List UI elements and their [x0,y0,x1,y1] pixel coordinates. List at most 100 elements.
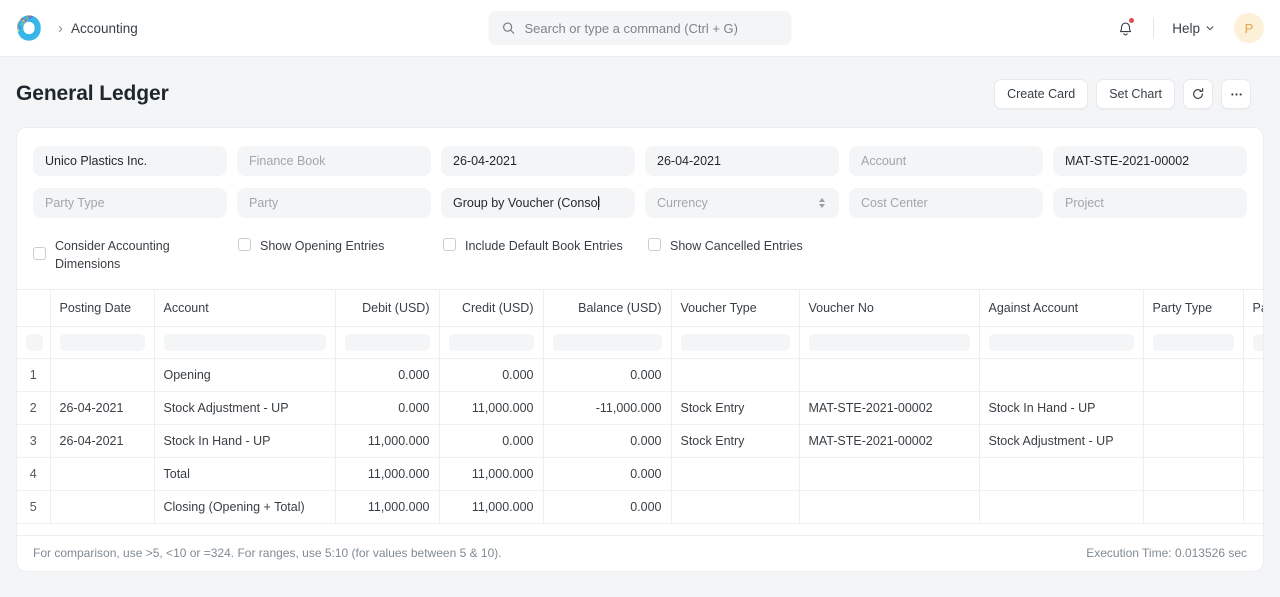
report-datatable[interactable]: Posting Date Account Debit (USD) Credit … [17,289,1263,535]
help-dropdown[interactable]: Help [1166,17,1221,40]
filter-pill[interactable] [449,334,534,351]
cell-party-type[interactable] [1143,358,1243,391]
cell-balance[interactable]: 0.000 [543,424,671,457]
cell-credit[interactable]: 0.000 [439,424,543,457]
cell-posting-date[interactable] [50,457,154,490]
filter-from-date[interactable]: 26-04-2021 [441,146,635,176]
col-header-debit[interactable]: Debit (USD) [335,290,439,326]
cell-against-account[interactable] [979,358,1143,391]
table-row[interactable]: 5 Closing (Opening + Total) 11,000.000 1… [17,490,1263,523]
cell-voucher-no[interactable]: MAT-STE-2021-00002 [799,424,979,457]
cell-voucher-type[interactable]: Stock Entry [671,424,799,457]
cell-debit[interactable]: 11,000.000 [335,490,439,523]
filter-pill[interactable] [60,334,145,351]
col-header-voucher-type[interactable]: Voucher Type [671,290,799,326]
col-header-posting-date[interactable]: Posting Date [50,290,154,326]
cell-debit[interactable]: 11,000.000 [335,457,439,490]
cell-party[interactable] [1243,490,1263,523]
filter-group-by[interactable]: Group by Voucher (Consol [441,188,635,218]
col-header-balance[interactable]: Balance (USD) [543,290,671,326]
filter-party-type[interactable]: Party Type [33,188,227,218]
checkbox-box-icon[interactable] [648,238,661,251]
col-header-against-account[interactable]: Against Account [979,290,1143,326]
cell-debit[interactable]: 11,000.000 [335,424,439,457]
cell-balance[interactable]: 0.000 [543,490,671,523]
filter-finance-book[interactable]: Finance Book [237,146,431,176]
filter-cost-center[interactable]: Cost Center [849,188,1043,218]
more-options-button[interactable] [1221,79,1251,109]
checkbox-include-default-book-entries[interactable]: Include Default Book Entries [443,237,648,255]
breadcrumb-accounting[interactable]: Accounting [71,21,138,36]
col-header-index[interactable] [17,290,50,326]
cell-party[interactable] [1243,457,1263,490]
cell-against-account[interactable]: Stock In Hand - UP [979,391,1143,424]
table-row[interactable]: 2 26-04-2021 Stock Adjustment - UP 0.000… [17,391,1263,424]
cell-party[interactable] [1243,358,1263,391]
cell-posting-date[interactable] [50,490,154,523]
cell-against-account[interactable] [979,457,1143,490]
cell-party-type[interactable] [1143,490,1243,523]
cell-account[interactable]: Opening [154,358,335,391]
cell-voucher-type[interactable] [671,358,799,391]
filter-pill[interactable] [553,334,662,351]
table-row[interactable]: 1 Opening 0.000 0.000 0.000 [17,358,1263,391]
checkbox-box-icon[interactable] [238,238,251,251]
cell-voucher-type[interactable]: Stock Entry [671,391,799,424]
table-row[interactable]: 3 26-04-2021 Stock In Hand - UP 11,000.0… [17,424,1263,457]
filter-pill[interactable] [681,334,790,351]
cell-debit[interactable]: 0.000 [335,391,439,424]
checkbox-consider-accounting-dimensions[interactable]: Consider Accounting Dimensions [33,237,238,273]
cell-balance[interactable]: -11,000.000 [543,391,671,424]
cell-posting-date[interactable]: 26-04-2021 [50,391,154,424]
cell-credit[interactable]: 11,000.000 [439,457,543,490]
cell-voucher-type[interactable] [671,490,799,523]
filter-pill[interactable] [345,334,430,351]
table-column-filter-row[interactable] [17,326,1263,358]
checkbox-box-icon[interactable] [443,238,456,251]
filter-party[interactable]: Party [237,188,431,218]
cell-balance[interactable]: 0.000 [543,358,671,391]
cell-voucher-no[interactable] [799,457,979,490]
cell-party-type[interactable] [1143,391,1243,424]
cell-party[interactable] [1243,424,1263,457]
cell-voucher-no[interactable] [799,358,979,391]
cell-voucher-no[interactable] [799,490,979,523]
filter-account[interactable]: Account [849,146,1043,176]
search-input[interactable]: Search or type a command (Ctrl + G) [489,11,792,45]
col-header-voucher-no[interactable]: Voucher No [799,290,979,326]
cell-voucher-no[interactable]: MAT-STE-2021-00002 [799,391,979,424]
filter-voucher-no[interactable]: MAT-STE-2021-00002 [1053,146,1247,176]
col-header-party-type[interactable]: Party Type [1143,290,1243,326]
cell-debit[interactable]: 0.000 [335,358,439,391]
cell-voucher-type[interactable] [671,457,799,490]
set-chart-button[interactable]: Set Chart [1096,79,1175,109]
cell-balance[interactable]: 0.000 [543,457,671,490]
filter-pill[interactable] [1153,334,1234,351]
notifications-button[interactable] [1109,12,1141,44]
cell-against-account[interactable] [979,490,1143,523]
create-card-button[interactable]: Create Card [994,79,1088,109]
cell-credit[interactable]: 11,000.000 [439,490,543,523]
filter-pill[interactable] [809,334,970,351]
col-header-credit[interactable]: Credit (USD) [439,290,543,326]
filter-company[interactable]: Unico Plastics Inc. [33,146,227,176]
cell-account[interactable]: Total [154,457,335,490]
cell-party[interactable] [1243,391,1263,424]
checkbox-show-cancelled-entries[interactable]: Show Cancelled Entries [648,237,803,255]
filter-project[interactable]: Project [1053,188,1247,218]
cell-account[interactable]: Stock In Hand - UP [154,424,335,457]
cell-against-account[interactable]: Stock Adjustment - UP [979,424,1143,457]
cell-party-type[interactable] [1143,424,1243,457]
filter-pill[interactable] [1253,334,1264,351]
cell-account[interactable]: Stock Adjustment - UP [154,391,335,424]
cell-credit[interactable]: 11,000.000 [439,391,543,424]
col-header-account[interactable]: Account [154,290,335,326]
cell-account[interactable]: Closing (Opening + Total) [154,490,335,523]
frappe-logo-icon[interactable] [12,11,46,45]
avatar[interactable]: P [1234,13,1264,43]
filter-pill[interactable] [989,334,1134,351]
col-header-party[interactable]: Pa [1243,290,1263,326]
cell-party-type[interactable] [1143,457,1243,490]
cell-posting-date[interactable] [50,358,154,391]
cell-posting-date[interactable]: 26-04-2021 [50,424,154,457]
